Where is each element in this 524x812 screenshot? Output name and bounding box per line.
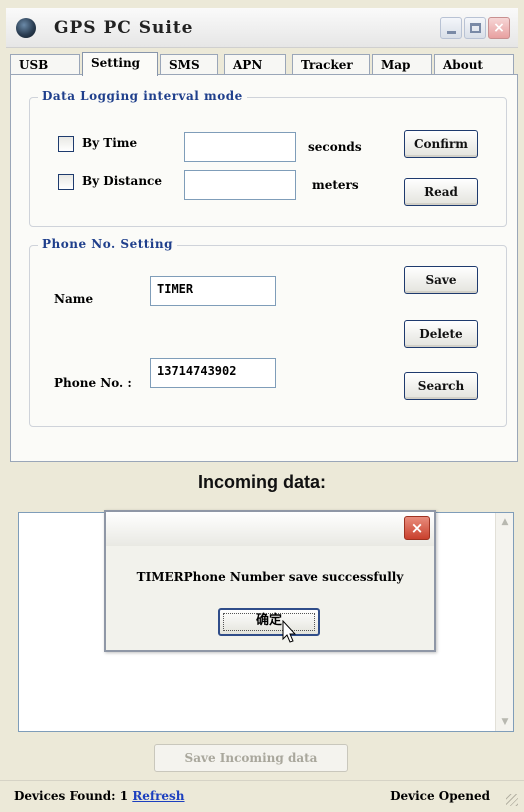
dialog-title-bar[interactable]: × bbox=[106, 512, 434, 546]
data-logging-group: Data Logging interval mode By Time secon… bbox=[29, 89, 507, 227]
tab-usb[interactable]: USB bbox=[10, 54, 80, 74]
mouse-cursor-icon bbox=[282, 620, 296, 643]
phone-setting-group: Phone No. Setting Name TIMER Save Delete… bbox=[29, 237, 507, 427]
tab-setting[interactable]: Setting bbox=[82, 52, 158, 76]
minimize-icon bbox=[447, 31, 456, 34]
window-controls: × bbox=[440, 17, 510, 39]
tab-tracker[interactable]: Tracker bbox=[292, 54, 370, 74]
name-input[interactable]: TIMER bbox=[150, 276, 276, 306]
seconds-unit-label: seconds bbox=[308, 140, 362, 154]
dialog-ok-button[interactable]: 确定 bbox=[218, 608, 320, 636]
by-distance-checkbox[interactable] bbox=[58, 174, 74, 190]
maximize-icon bbox=[470, 23, 481, 33]
by-distance-label: By Distance bbox=[82, 174, 162, 188]
save-incoming-data-button[interactable]: Save Incoming data bbox=[154, 744, 348, 772]
meters-unit-label: meters bbox=[312, 178, 359, 192]
search-button[interactable]: Search bbox=[404, 372, 478, 400]
title-bar[interactable]: GPS PC Suite × bbox=[6, 8, 518, 48]
devices-found-status: Devices Found: 1 Refresh bbox=[14, 789, 185, 803]
confirm-button[interactable]: Confirm bbox=[404, 130, 478, 158]
tab-map[interactable]: Map bbox=[372, 54, 432, 74]
maximize-button[interactable] bbox=[464, 17, 486, 39]
by-time-checkbox[interactable] bbox=[58, 136, 74, 152]
name-label: Name bbox=[54, 292, 94, 306]
focus-rect bbox=[223, 613, 315, 631]
scroll-down-icon[interactable]: ▼ bbox=[499, 717, 511, 727]
scroll-up-icon[interactable]: ▲ bbox=[499, 517, 511, 527]
phone-setting-title: Phone No. Setting bbox=[38, 237, 177, 251]
refresh-link[interactable]: Refresh bbox=[132, 789, 184, 803]
read-button[interactable]: Read bbox=[404, 178, 478, 206]
minimize-button[interactable] bbox=[440, 17, 462, 39]
tab-about[interactable]: About bbox=[434, 54, 514, 74]
phone-input[interactable]: 13714743902 bbox=[150, 358, 276, 388]
seconds-input[interactable] bbox=[184, 132, 296, 162]
window-title: GPS PC Suite bbox=[54, 18, 194, 38]
device-state: Device Opened bbox=[390, 789, 490, 803]
app-window: GPS PC Suite × USB Setting SMS APN Track… bbox=[0, 0, 524, 812]
tab-apn[interactable]: APN bbox=[224, 54, 286, 74]
save-button[interactable]: Save bbox=[404, 266, 478, 294]
tab-strip: USB Setting SMS APN Tracker Map About bbox=[10, 52, 518, 76]
globe-icon bbox=[16, 18, 36, 38]
dialog-close-button[interactable]: × bbox=[404, 516, 430, 540]
data-logging-title: Data Logging interval mode bbox=[38, 89, 247, 103]
close-icon: × bbox=[493, 20, 505, 36]
tab-sms[interactable]: SMS bbox=[160, 54, 218, 74]
phone-label: Phone No. : bbox=[54, 376, 132, 390]
by-time-label: By Time bbox=[82, 136, 138, 150]
resize-grip-icon[interactable] bbox=[506, 794, 518, 806]
incoming-scrollbar[interactable]: ▲ ▼ bbox=[495, 513, 513, 731]
incoming-data-title: Incoming data: bbox=[197, 472, 326, 492]
delete-button[interactable]: Delete bbox=[404, 320, 478, 348]
message-dialog: × TIMERPhone Number save successfully 确定 bbox=[104, 510, 436, 652]
status-bar: Devices Found: 1 Refresh Device Opened bbox=[0, 780, 524, 812]
devices-found-label: Devices Found: 1 bbox=[14, 789, 129, 803]
meters-input[interactable] bbox=[184, 170, 296, 200]
dialog-message: TIMERPhone Number save successfully bbox=[136, 570, 404, 584]
setting-panel: Data Logging interval mode By Time secon… bbox=[10, 74, 518, 462]
close-button[interactable]: × bbox=[488, 17, 510, 39]
